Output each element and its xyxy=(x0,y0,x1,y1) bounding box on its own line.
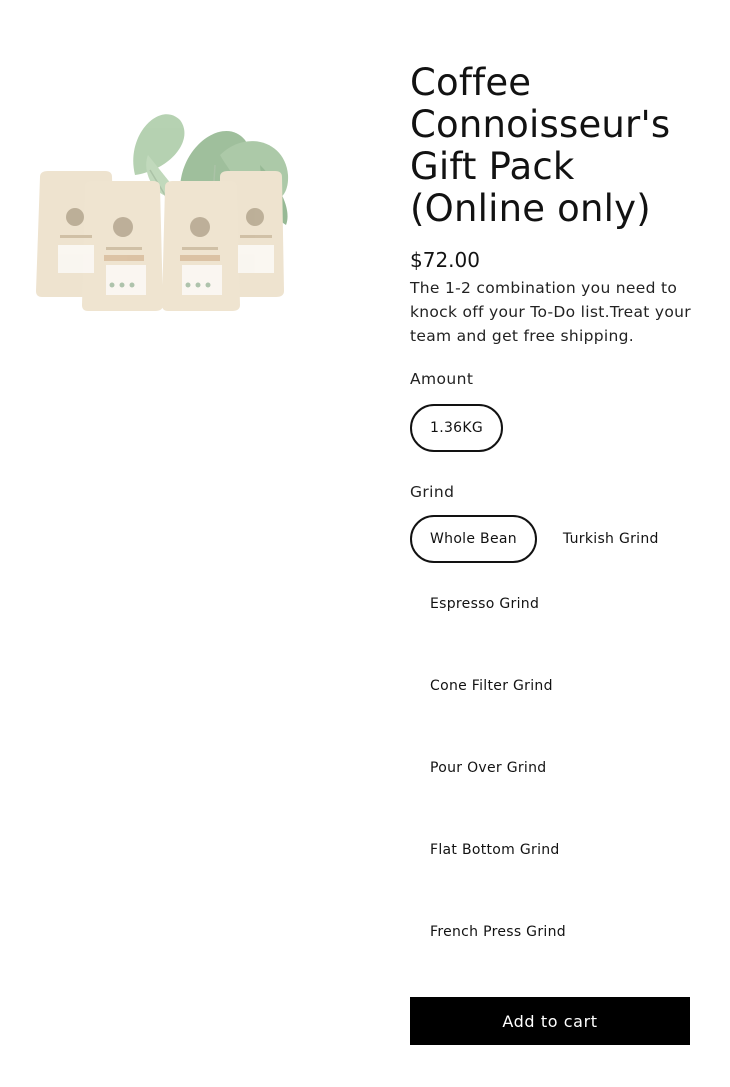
grind-option-label: Whole Bean xyxy=(430,531,517,547)
grind-option-label: Turkish Grind xyxy=(562,531,659,547)
grind-option-cone-filter[interactable]: Cone Filter Grind xyxy=(410,662,573,710)
grind-option-label: Flat Bottom Grind xyxy=(430,842,560,858)
product-price: $72.00 xyxy=(410,248,480,272)
product-info: Coffee Connoisseur's Gift Pack (Online o… xyxy=(410,62,700,1045)
grind-label: Grind xyxy=(410,483,455,501)
grind-option-pour-over[interactable]: Pour Over Grind xyxy=(410,744,566,792)
amount-options: 1.36KG xyxy=(410,404,700,452)
product-description: The 1-2 combination you need to knock of… xyxy=(410,279,691,345)
grind-options: Whole Bean Turkish Grind Espresso Grind … xyxy=(410,515,700,956)
grind-option-flat-bottom[interactable]: Flat Bottom Grind xyxy=(410,826,580,874)
grind-option-label: Cone Filter Grind xyxy=(430,678,553,694)
grind-option-espresso[interactable]: Espresso Grind xyxy=(410,580,559,628)
amount-label: Amount xyxy=(410,370,474,388)
coffee-bags xyxy=(36,171,284,311)
grind-option-french-press[interactable]: French Press Grind xyxy=(410,908,586,956)
grind-option-label: Pour Over Grind xyxy=(430,760,547,776)
grind-option-label: French Press Grind xyxy=(430,924,566,940)
amount-option-label: 1.36KG xyxy=(430,420,484,436)
amount-option-1-36kg[interactable]: 1.36KG xyxy=(410,404,504,452)
add-to-cart-button[interactable]: Add to cart xyxy=(410,997,690,1045)
product-title: Coffee Connoisseur's Gift Pack (Online o… xyxy=(410,61,671,230)
product-image[interactable] xyxy=(30,95,300,325)
grind-option-whole-bean[interactable]: Whole Bean xyxy=(410,515,537,563)
product-photo xyxy=(36,114,289,311)
grind-option-turkish[interactable]: Turkish Grind xyxy=(543,515,679,563)
grind-option-label: Espresso Grind xyxy=(430,596,540,612)
